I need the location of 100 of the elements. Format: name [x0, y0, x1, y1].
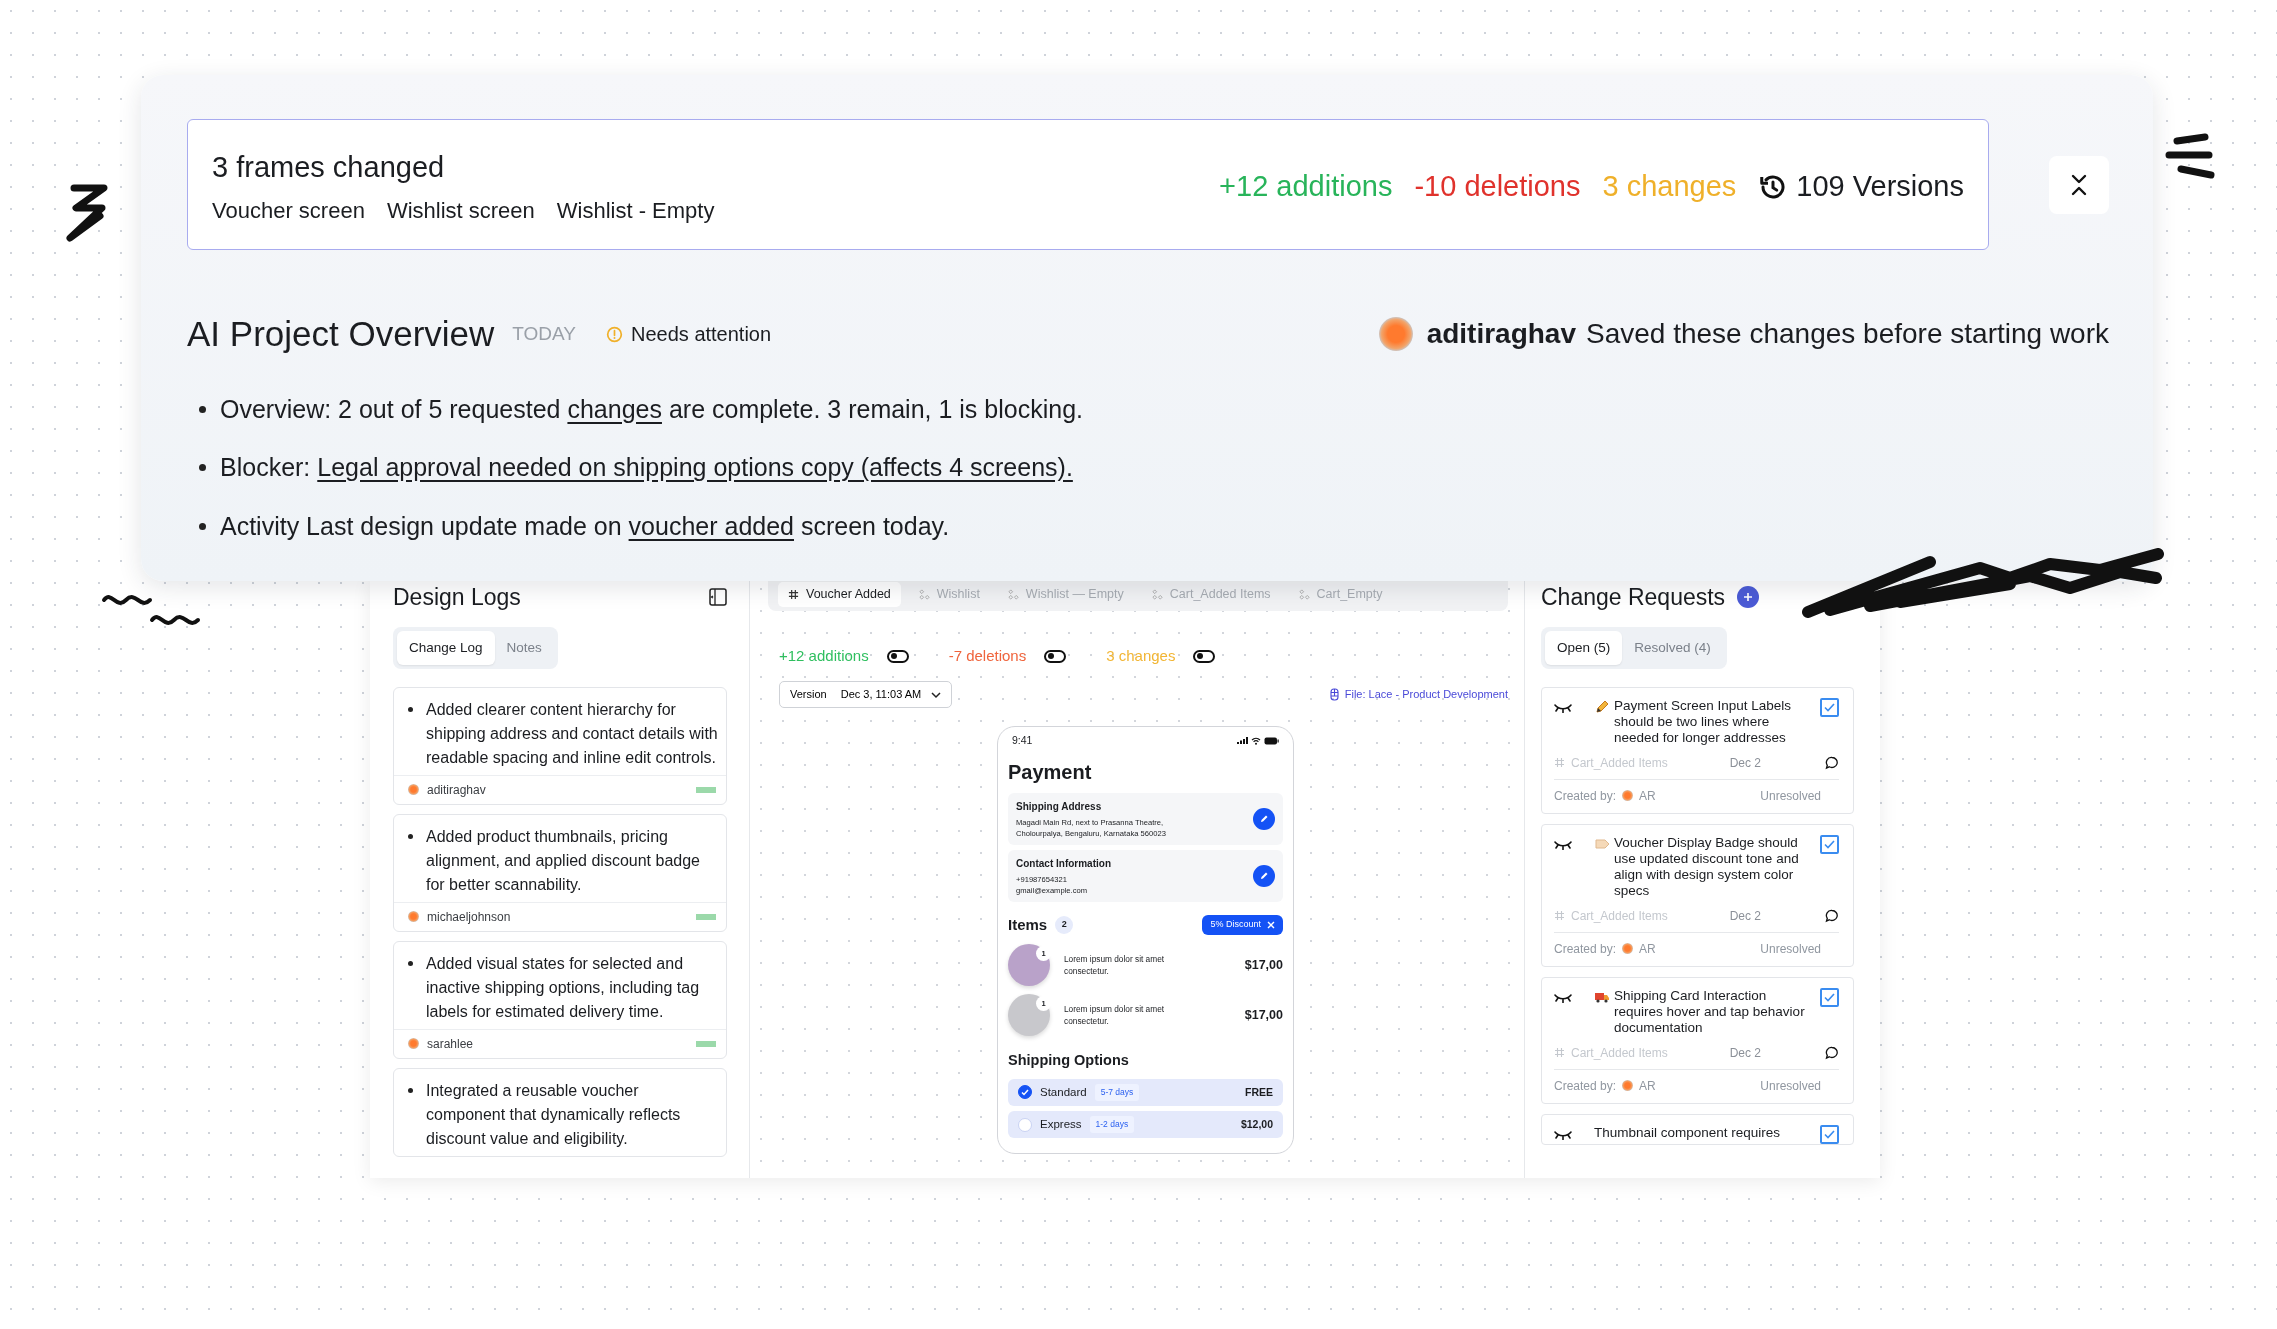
- panel-tab[interactable]: Notes: [494, 630, 554, 665]
- checkbox[interactable]: [1820, 1124, 1839, 1144]
- author-note: Saved these changes before starting work: [1586, 317, 2109, 352]
- checkbox[interactable]: [1820, 697, 1839, 717]
- request-title: Voucher Display Badge should use updated discount tone and align with design system color specs: [1614, 834, 1800, 899]
- component-icon: [918, 588, 930, 600]
- shipping-option[interactable]: Standard 5-7 days FREE: [1008, 1078, 1283, 1106]
- item-description: Lorem ipsum dolor sit amet consectetur.: [1063, 953, 1166, 977]
- avatar: [408, 784, 419, 796]
- discount-chip[interactable]: 5% Discount: [1202, 915, 1283, 935]
- diff-label: +12 additions: [779, 645, 869, 666]
- frame-name[interactable]: Voucher screen: [212, 193, 365, 227]
- status-label: Unresolved: [1760, 1077, 1821, 1095]
- frame-name: Cart_Added Items: [1571, 907, 1668, 925]
- card-title: Contact Information: [1016, 856, 1111, 871]
- warning-icon: [606, 325, 623, 343]
- creator-initials: AR: [1639, 940, 1656, 958]
- status-tag: [696, 1040, 716, 1047]
- file-link[interactable]: File: Lace - Product Development: [1329, 686, 1508, 703]
- status-label: Needs attention: [631, 322, 772, 348]
- edit-button[interactable]: [1253, 864, 1275, 887]
- avatar: [1622, 790, 1634, 802]
- date-label: Dec 2: [1729, 1044, 1761, 1062]
- bullet-dot: [408, 706, 413, 712]
- creator-initials: AR: [1639, 787, 1656, 805]
- card-title: Shipping Address: [1016, 799, 1103, 814]
- radio-button[interactable]: [1018, 1085, 1032, 1100]
- item-description: Lorem ipsum dolor sit amet consectetur.: [1063, 1003, 1166, 1027]
- diff-label: -7 deletions: [948, 645, 1027, 666]
- text-link[interactable]: Legal approval needed on shipping options copy (affects 4 screens).: [317, 453, 1073, 481]
- comment-icon[interactable]: [1825, 755, 1839, 770]
- log-entry-text: Added clearer content hierarchy for shipping address and contact details with readable spacing and inline edit controls.: [426, 699, 718, 768]
- status-label: Unresolved: [1760, 787, 1821, 805]
- bullet-dot: [408, 1087, 413, 1093]
- hash-icon: [1554, 1047, 1565, 1059]
- panel-tab[interactable]: Open (5): [1545, 630, 1623, 665]
- comment-icon[interactable]: [1825, 1045, 1839, 1060]
- panel-tab[interactable]: Resolved (4): [1622, 630, 1723, 665]
- frame-name[interactable]: Wishlist screen: [386, 193, 535, 227]
- signal-icon: [1237, 737, 1248, 745]
- collapse-button[interactable]: [2049, 155, 2109, 214]
- count-badge: 2: [1055, 915, 1074, 934]
- toggle-switch[interactable]: [886, 649, 909, 663]
- date-label: TODAY: [512, 322, 576, 346]
- toggle-switch[interactable]: [1044, 649, 1067, 663]
- eye-closed-icon: [1554, 1129, 1572, 1140]
- sidebar-toggle-icon[interactable]: [709, 588, 727, 607]
- checkbox[interactable]: [1820, 987, 1839, 1007]
- overview-title: AI Project Overview: [187, 313, 495, 355]
- date-label: Dec 2: [1729, 907, 1761, 925]
- edit-button[interactable]: [1253, 807, 1275, 830]
- log-entry-text: Integrated a reusable voucher component that dynamically reflects discount value and eligibility.: [426, 1080, 682, 1149]
- text-link[interactable]: changes: [567, 394, 662, 423]
- frame-name[interactable]: Wishlist - Empty: [556, 193, 715, 227]
- request-title: Payment Screen Input Labels should be two lines where needed for longer addresses: [1614, 697, 1793, 746]
- frames-changed-title: 3 frames changed: [212, 150, 446, 186]
- eye-closed-icon: [1554, 839, 1572, 850]
- panel-tab[interactable]: Change Log: [397, 630, 495, 665]
- text-link[interactable]: voucher added: [628, 511, 794, 540]
- frame-icon: [788, 588, 799, 600]
- comment-icon[interactable]: [1825, 908, 1839, 923]
- log-entry-text: Added visual states for selected and inactive shipping options, including tag labels for estimated delivery time.: [426, 953, 701, 1022]
- pencil-icon: [1594, 698, 1610, 714]
- item-price: $17,00: [1244, 956, 1283, 974]
- avatar: [408, 1038, 419, 1050]
- eye-closed-icon: [1554, 992, 1572, 1003]
- file-icon: [1329, 688, 1339, 701]
- panel-title: Change Requests: [1541, 583, 1726, 612]
- pencil-icon: [1259, 813, 1269, 824]
- status-tag: [696, 913, 716, 920]
- toggle-switch[interactable]: [1193, 649, 1216, 663]
- bullet-dot: [199, 522, 206, 530]
- change-stat: +12 additions: [1219, 168, 1393, 204]
- bullet-dot: [199, 405, 206, 413]
- frame-tab[interactable]: Voucher Added: [778, 582, 901, 607]
- request-title: Shipping Card Interaction requires hover and tap behavior documentation: [1614, 987, 1806, 1036]
- author-name[interactable]: aditiraghav: [1426, 313, 1576, 356]
- screen-title: Payment: [1008, 759, 1093, 785]
- plus-icon: [1743, 592, 1754, 603]
- version-dropdown[interactable]: Version Dec 3, 11:03 AM: [779, 681, 953, 708]
- item-price: $17,00: [1244, 1006, 1283, 1024]
- pencil-icon: [1259, 870, 1269, 881]
- log-entry-text: Added product thumbnails, pricing alignment, and applied discount badge for better scannability.: [426, 826, 701, 895]
- eye-closed-icon: [1554, 702, 1572, 713]
- checkbox[interactable]: [1820, 834, 1839, 854]
- versions-count[interactable]: 109 Versions: [1796, 164, 1964, 209]
- eta-tag: 5-7 days: [1094, 1084, 1140, 1101]
- add-button[interactable]: [1737, 586, 1760, 609]
- hash-icon: [1554, 910, 1565, 922]
- option-name: Express: [1040, 1117, 1082, 1132]
- author-name: michaeljohnson: [427, 908, 511, 926]
- created-by-label: Created by:: [1554, 787, 1617, 805]
- close-icon: [1267, 920, 1275, 929]
- status-label: Unresolved: [1760, 940, 1821, 958]
- component-icon: [1151, 588, 1163, 600]
- component-icon: [1298, 588, 1310, 600]
- bullet-dot: [199, 464, 206, 472]
- check-icon: [1824, 839, 1835, 849]
- eta-tag: 1-2 days: [1089, 1116, 1135, 1133]
- shipping-option[interactable]: Express 1-2 days $12,00: [1008, 1111, 1283, 1139]
